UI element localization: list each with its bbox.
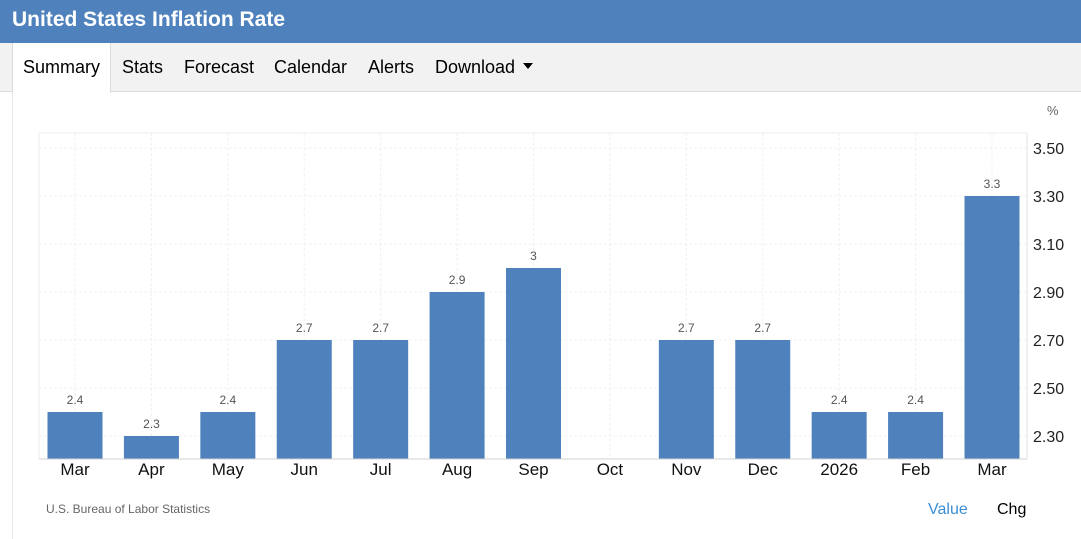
data-label: 2.4: [831, 393, 848, 407]
x-tick-label: 2026: [820, 460, 858, 479]
bar: [200, 412, 256, 459]
x-tick-label: Feb: [901, 460, 930, 479]
x-tick-label: Sep: [518, 460, 548, 479]
data-label: 3.3: [984, 177, 1001, 191]
bar: [735, 340, 791, 459]
bar: [811, 412, 867, 459]
y-tick-label: 2.30: [1033, 429, 1064, 446]
data-label: 2.4: [219, 393, 236, 407]
x-tick-label: Aug: [442, 460, 472, 479]
y-tick-label: 2.90: [1033, 285, 1064, 302]
bar: [123, 436, 179, 459]
x-tick-label: Nov: [671, 460, 702, 479]
data-label: 2.7: [754, 321, 771, 335]
x-tick-label: Jul: [370, 460, 392, 479]
data-label: 2.9: [449, 273, 466, 287]
y-tick-label: 3.50: [1033, 141, 1064, 158]
y-unit-label: %: [1047, 103, 1059, 118]
bar: [506, 268, 561, 459]
bar: [276, 340, 332, 459]
bar: [47, 412, 103, 459]
x-tick-label: Dec: [748, 460, 779, 479]
x-tick-label: Mar: [60, 460, 90, 479]
data-label: 3: [530, 249, 537, 263]
x-tick-label: Jun: [291, 460, 318, 479]
data-label: 2.7: [296, 321, 313, 335]
x-tick-label: Mar: [977, 460, 1007, 479]
x-tick-label: Apr: [138, 460, 165, 479]
source-label: U.S. Bureau of Labor Statistics: [46, 502, 211, 516]
bar: [964, 196, 1020, 459]
data-label: 2.3: [143, 417, 160, 431]
y-tick-label: 2.50: [1033, 381, 1064, 398]
bar-chart: 2.30 2.50 2.70 2.90 3.10 3.30 3.50% 2.4 Mar 2.3 Ap…: [38, 103, 1064, 479]
chg-toggle[interactable]: Chg: [997, 501, 1026, 519]
y-tick-label: 2.70: [1033, 333, 1064, 350]
data-label: 2.4: [67, 393, 84, 407]
data-label: 2.7: [372, 321, 389, 335]
x-tick-label: Oct: [597, 460, 624, 479]
data-label: 2.4: [907, 393, 924, 407]
value-toggle[interactable]: Value: [928, 501, 968, 519]
bar: [353, 340, 409, 459]
x-tick-label: May: [212, 460, 245, 479]
bar: [888, 412, 944, 459]
bar: [429, 292, 485, 459]
bar: [658, 340, 714, 459]
data-label: 2.7: [678, 321, 695, 335]
y-tick-label: 3.10: [1033, 237, 1064, 254]
y-tick-label: 3.30: [1033, 189, 1064, 206]
